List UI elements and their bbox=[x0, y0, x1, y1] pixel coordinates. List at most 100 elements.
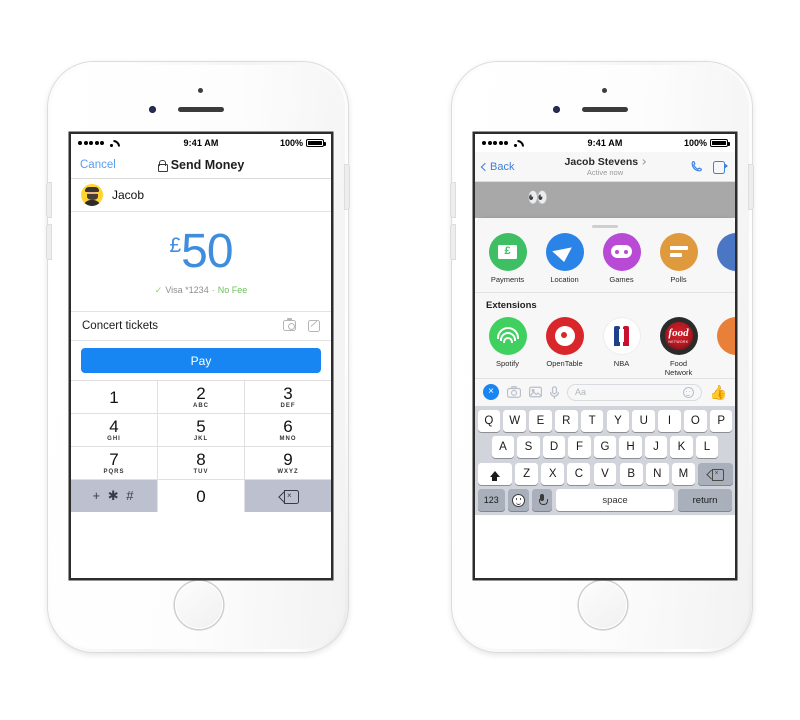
key-e[interactable]: E bbox=[529, 409, 552, 432]
key-b[interactable]: B bbox=[619, 462, 643, 485]
key-d[interactable]: D bbox=[542, 436, 566, 459]
microphone-icon[interactable] bbox=[550, 385, 559, 399]
backspace-icon: × bbox=[280, 490, 299, 504]
memo-row[interactable]: Concert tickets bbox=[71, 312, 331, 341]
back-button[interactable]: Back bbox=[480, 160, 515, 173]
message-composer: × Aa 👍 bbox=[475, 377, 735, 406]
extension-item-spotify[interactable]: Spotify bbox=[485, 316, 530, 378]
keypad-key-1[interactable]: 1 bbox=[71, 380, 158, 413]
key-n[interactable]: N bbox=[645, 462, 669, 485]
volume-down-button[interactable] bbox=[451, 225, 455, 259]
recipient-row[interactable]: Jacob bbox=[71, 179, 331, 212]
front-camera bbox=[149, 106, 156, 113]
battery-icon bbox=[306, 139, 326, 147]
app-item-games[interactable]: Games bbox=[599, 232, 644, 284]
key-letters: WXYZ bbox=[277, 469, 299, 476]
key-k[interactable]: K bbox=[670, 436, 693, 459]
pay-button[interactable]: Pay bbox=[81, 348, 321, 373]
home-button[interactable] bbox=[579, 581, 627, 629]
keypad-key-6[interactable]: 6 MNO bbox=[245, 413, 331, 446]
spotify-icon bbox=[488, 316, 527, 355]
sticker-preview: 👀 bbox=[527, 188, 548, 207]
video-call-icon[interactable] bbox=[713, 161, 728, 174]
app-item-payments[interactable]: £ Payments bbox=[485, 232, 530, 284]
key-z[interactable]: Z bbox=[515, 462, 539, 485]
keypad-key-9[interactable]: 9 WXYZ bbox=[245, 446, 331, 479]
key-q[interactable]: Q bbox=[477, 409, 501, 432]
key-u[interactable]: U bbox=[632, 409, 656, 432]
key-r[interactable]: R bbox=[554, 409, 578, 432]
key-o[interactable]: O bbox=[684, 409, 707, 432]
camera-icon[interactable] bbox=[507, 386, 521, 398]
close-x-icon[interactable]: × bbox=[483, 384, 499, 401]
keypad-key-0[interactable]: 0 bbox=[158, 479, 245, 512]
volume-down-button[interactable] bbox=[47, 225, 51, 259]
key-w[interactable]: W bbox=[503, 409, 526, 432]
shift-key[interactable] bbox=[477, 462, 512, 485]
key-h[interactable]: H bbox=[619, 436, 642, 459]
key-number: 7 bbox=[109, 449, 119, 469]
key-p[interactable]: P bbox=[709, 409, 733, 432]
keypad-delete-key[interactable]: × bbox=[245, 479, 331, 512]
sheet-drag-handle[interactable] bbox=[592, 225, 618, 228]
volume-up-button[interactable] bbox=[451, 183, 455, 217]
numbers-key[interactable]: 123 bbox=[477, 489, 505, 512]
volume-up-button[interactable] bbox=[47, 183, 51, 217]
key-t[interactable]: T bbox=[580, 409, 604, 432]
key-i[interactable]: I bbox=[658, 409, 681, 432]
dictation-key[interactable] bbox=[531, 489, 553, 512]
keypad-row: + ✱ # 0 × bbox=[71, 479, 331, 512]
key-a[interactable]: A bbox=[491, 436, 515, 459]
keypad-key-7[interactable]: 7 PQRS bbox=[71, 446, 158, 479]
note-icon[interactable] bbox=[308, 320, 320, 332]
more-apps-icon bbox=[716, 232, 735, 271]
key-s[interactable]: S bbox=[517, 436, 540, 459]
key-v[interactable]: V bbox=[593, 462, 617, 485]
thumbs-up-icon[interactable]: 👍 bbox=[710, 385, 727, 399]
key-j[interactable]: J bbox=[644, 436, 668, 459]
back-label: Back bbox=[490, 160, 515, 173]
camera-icon[interactable] bbox=[283, 317, 296, 331]
app-label: Polls bbox=[670, 274, 687, 284]
payment-source[interactable]: ✓ Visa *1234 · No Fee bbox=[155, 285, 247, 296]
extensions-row: Spotify OpenTable NBA food NETWORK Food … bbox=[475, 316, 735, 378]
app-item-location[interactable]: Location bbox=[542, 232, 587, 284]
keypad-key-2[interactable]: 2 ABC bbox=[158, 380, 245, 413]
power-button[interactable] bbox=[345, 165, 349, 209]
return-key[interactable]: return bbox=[677, 489, 733, 512]
app-item-more[interactable] bbox=[713, 232, 735, 284]
space-key[interactable]: space bbox=[555, 489, 675, 512]
keypad-key-symbols[interactable]: + ✱ # bbox=[71, 479, 158, 512]
keypad-key-8[interactable]: 8 TUV bbox=[158, 446, 245, 479]
key-x[interactable]: X bbox=[541, 462, 565, 485]
earpiece-speaker bbox=[178, 107, 224, 112]
photo-icon[interactable] bbox=[529, 386, 542, 398]
message-input[interactable]: Aa bbox=[567, 383, 702, 401]
keypad-key-3[interactable]: 3 DEF bbox=[245, 380, 331, 413]
home-button[interactable] bbox=[175, 581, 223, 629]
key-f[interactable]: F bbox=[568, 436, 591, 459]
extension-item-nba[interactable]: NBA bbox=[599, 316, 644, 378]
backspace-key[interactable]: × bbox=[698, 462, 733, 485]
phone-call-icon[interactable] bbox=[690, 160, 703, 173]
keypad-key-4[interactable]: 4 GHI bbox=[71, 413, 158, 446]
emoji-key[interactable] bbox=[508, 489, 529, 512]
power-button[interactable] bbox=[749, 165, 753, 209]
extension-item-opentable[interactable]: OpenTable bbox=[542, 316, 587, 378]
emoji-icon[interactable] bbox=[682, 386, 694, 398]
amount-area[interactable]: £ 50 ✓ Visa *1234 · No Fee bbox=[71, 212, 331, 312]
lock-icon bbox=[157, 160, 168, 172]
app-item-polls[interactable]: Polls bbox=[656, 232, 701, 284]
key-number: 1 bbox=[109, 387, 119, 407]
memo-input[interactable]: Concert tickets bbox=[82, 320, 158, 332]
keypad-key-5[interactable]: 5 JKL bbox=[158, 413, 245, 446]
key-l[interactable]: L bbox=[695, 436, 719, 459]
key-g[interactable]: G bbox=[593, 436, 617, 459]
extension-item-more[interactable] bbox=[713, 316, 735, 378]
key-m[interactable]: M bbox=[671, 462, 695, 485]
left-phone-device: 9:41 AM 100% Cancel Send Money Jacob £ 5… bbox=[47, 62, 349, 652]
status-time: 9:41 AM bbox=[183, 138, 219, 148]
key-y[interactable]: Y bbox=[606, 409, 630, 432]
extension-item-food-network[interactable]: food NETWORK Food Network bbox=[656, 316, 701, 378]
key-c[interactable]: C bbox=[567, 462, 591, 485]
